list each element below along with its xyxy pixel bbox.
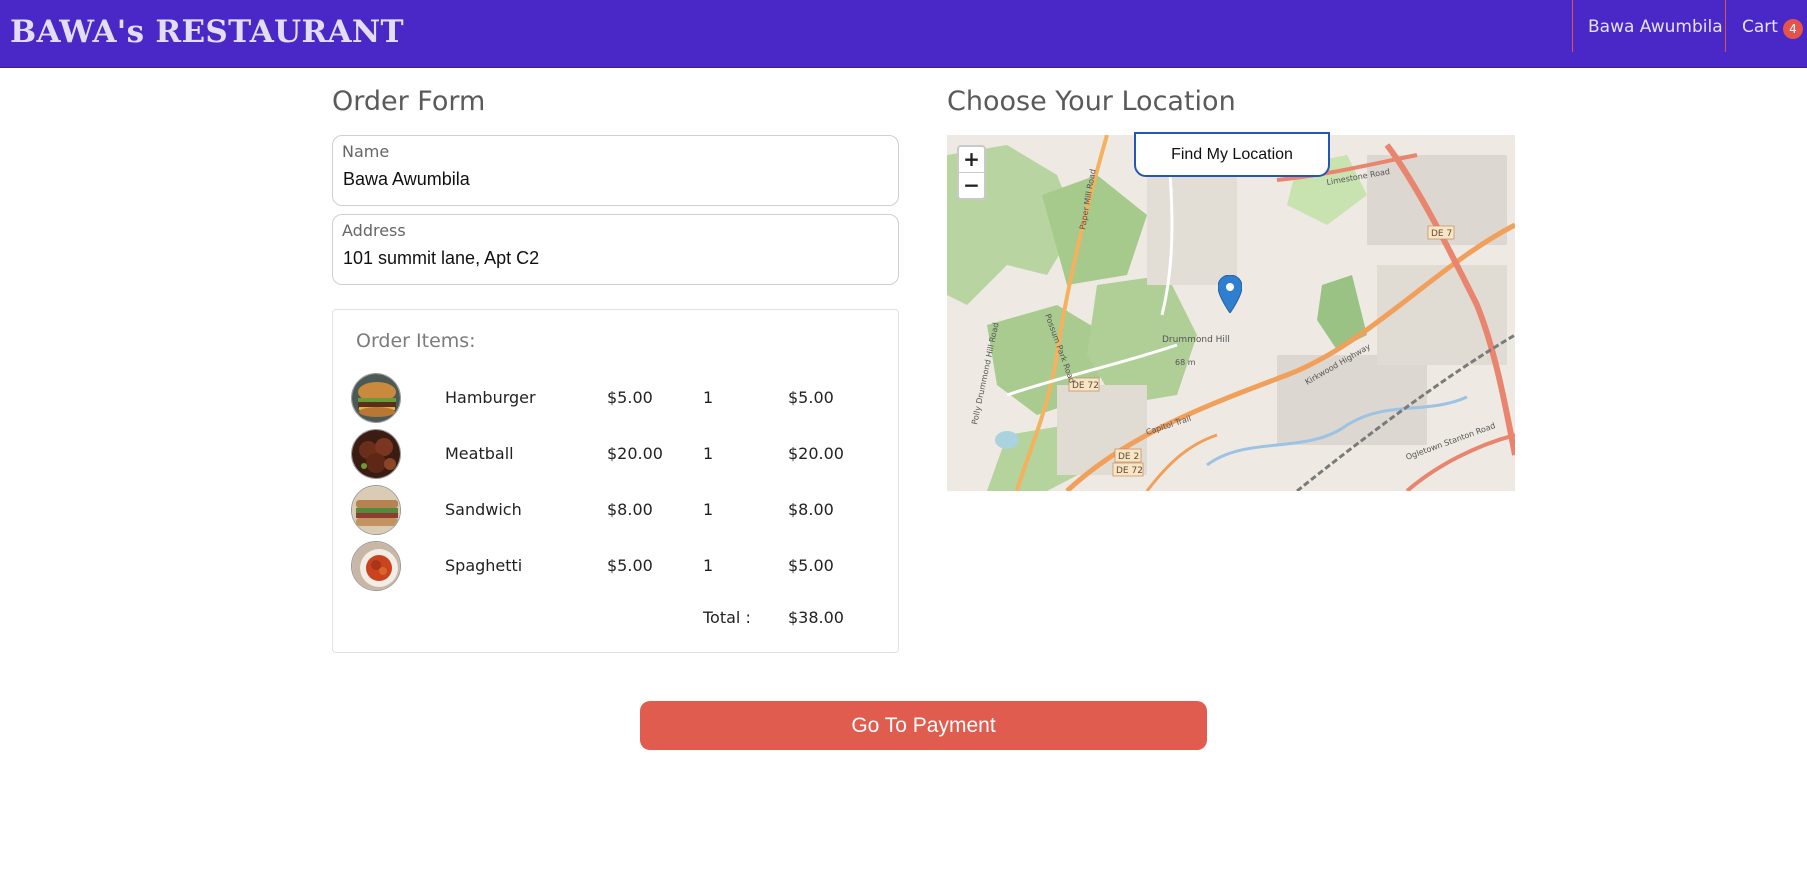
name-field[interactable]: Name	[332, 135, 899, 206]
item-name: Hamburger	[445, 388, 536, 407]
map-label: DE 2	[1118, 452, 1139, 462]
location-map[interactable]: DE 7 DE 72 DE 2 DE 72 Drummond Hill 68 m…	[947, 135, 1515, 491]
address-label: Address	[342, 221, 406, 240]
item-price: $8.00	[607, 500, 653, 519]
order-form-title: Order Form	[332, 86, 486, 117]
address-field[interactable]: Address	[332, 214, 899, 285]
item-quantity: 1	[703, 388, 714, 407]
hamburger-image	[351, 373, 401, 423]
item-quantity: 1	[703, 444, 714, 463]
map-zoom-control: + −	[957, 145, 986, 200]
meatball-image	[351, 429, 401, 479]
item-price: $20.00	[607, 444, 663, 463]
item-quantity: 1	[703, 500, 714, 519]
item-subtotal: $8.00	[788, 500, 834, 519]
nav-divider	[1572, 0, 1573, 52]
nav-divider	[1725, 0, 1726, 52]
total-value: $38.00	[788, 608, 844, 627]
address-input[interactable]	[343, 248, 883, 269]
item-subtotal: $5.00	[788, 388, 834, 407]
item-price: $5.00	[607, 388, 653, 407]
spaghetti-image	[351, 541, 401, 591]
order-item-row: Meatball $20.00 1 $20.00	[351, 429, 891, 479]
item-price: $5.00	[607, 556, 653, 575]
total-label: Total :	[703, 608, 751, 627]
item-name: Spaghetti	[445, 556, 523, 575]
item-quantity: 1	[703, 556, 714, 575]
nav-user-link[interactable]: Bawa Awumbila	[1588, 17, 1723, 37]
order-item-row: Sandwich $8.00 1 $8.00	[351, 485, 891, 535]
item-subtotal: $20.00	[788, 444, 844, 463]
cart-count-badge[interactable]: 4	[1783, 19, 1803, 39]
zoom-in-button[interactable]: +	[959, 147, 984, 172]
item-name: Meatball	[445, 444, 514, 463]
order-item-row: Hamburger $5.00 1 $5.00	[351, 373, 891, 423]
map-label: 68 m	[1175, 358, 1196, 367]
zoom-out-button[interactable]: −	[959, 172, 984, 197]
map-label: DE 72	[1116, 466, 1143, 476]
map-label: Capitol Trail	[1145, 414, 1192, 437]
nav-cart-link[interactable]: Cart	[1742, 17, 1778, 37]
item-name: Sandwich	[445, 500, 522, 519]
order-items-panel: Order Items: Hamburger $5.00 1 $5.00 Mea…	[332, 309, 899, 653]
location-marker-icon[interactable]	[1218, 275, 1242, 313]
find-my-location-button[interactable]: Find My Location	[1134, 132, 1330, 177]
order-items-title: Order Items:	[356, 330, 476, 352]
location-title: Choose Your Location	[947, 86, 1236, 117]
sandwich-image	[351, 485, 401, 535]
map-label: Drummond Hill	[1162, 335, 1230, 345]
item-subtotal: $5.00	[788, 556, 834, 575]
go-to-payment-button[interactable]: Go To Payment	[640, 701, 1207, 750]
name-label: Name	[342, 142, 390, 161]
map-label: DE 7	[1431, 229, 1452, 239]
brand-title[interactable]: BAWA's RESTAURANT	[10, 14, 404, 50]
name-input[interactable]	[343, 169, 883, 190]
order-item-row: Spaghetti $5.00 1 $5.00	[351, 541, 891, 591]
navbar: BAWA's RESTAURANT Bawa Awumbila Cart 4	[0, 0, 1807, 68]
map-label: DE 72	[1072, 381, 1099, 391]
